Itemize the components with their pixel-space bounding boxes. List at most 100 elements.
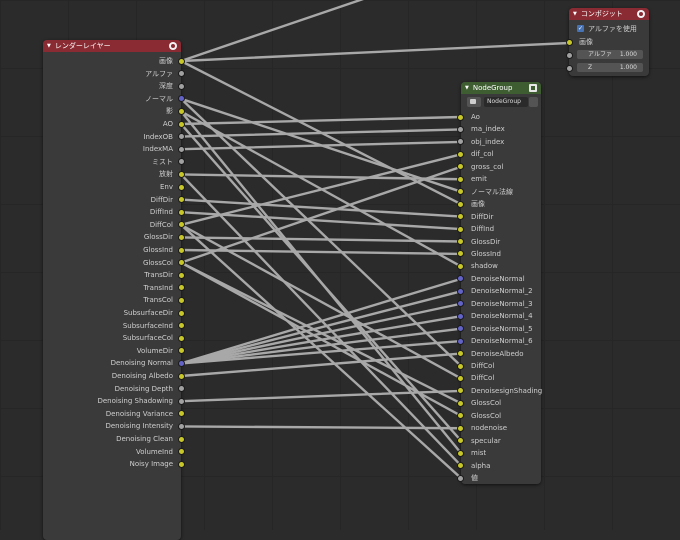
collapse-arrow-icon[interactable]: ▼ <box>573 11 577 17</box>
render-layers-title: レンダーレイヤー <box>54 42 111 50</box>
group-input-socket-10[interactable] <box>457 238 464 245</box>
render-output-socket-25[interactable] <box>178 372 185 380</box>
group-input-socket-17[interactable] <box>457 325 464 333</box>
group-input-socket-12[interactable] <box>457 262 464 270</box>
composite-node-icon <box>637 10 645 18</box>
render-output-label-0: 画像 <box>159 57 173 65</box>
render-output-socket-15[interactable] <box>178 246 185 254</box>
composite-node[interactable]: ▼ コンポジット ✓ アルファを使用 画像 アルファ 1.000 Z 1.000 <box>566 8 649 76</box>
collapse-arrow-icon[interactable]: ▼ <box>47 43 51 49</box>
group-input-socket-15[interactable] <box>457 300 464 308</box>
node-link-7[interactable] <box>179 128 463 138</box>
node-link-31[interactable] <box>179 122 463 442</box>
node-link-2[interactable] <box>179 0 372 63</box>
composite-header[interactable]: ▼ コンポジット <box>569 8 649 20</box>
render-output-socket-27[interactable] <box>178 397 185 405</box>
group-input-socket-18[interactable] <box>457 337 464 345</box>
render-output-label-16: GlossCol <box>142 258 173 267</box>
group-input-socket-6[interactable] <box>457 188 464 196</box>
group-input-socket-8[interactable] <box>457 213 464 221</box>
collapse-arrow-icon[interactable]: ▼ <box>465 85 469 91</box>
group-input-socket-24[interactable] <box>457 412 464 420</box>
alpha-field-label: アルファ <box>588 51 612 58</box>
group-input-socket-29[interactable] <box>457 474 464 482</box>
node-link-8[interactable] <box>179 140 463 151</box>
group-input-label-26: specular <box>471 436 501 445</box>
render-output-socket-32[interactable] <box>178 460 185 468</box>
group-input-socket-2[interactable] <box>457 138 464 146</box>
group-input-socket-25[interactable] <box>457 424 464 432</box>
group-input-socket-3[interactable] <box>457 150 464 158</box>
z-value-field[interactable]: Z 1.000 <box>577 63 643 72</box>
group-input-label-16: DenoiseNormal_4 <box>471 312 533 321</box>
alpha-field-value: 1.000 <box>619 51 637 58</box>
group-input-label-1: ma_index <box>471 125 505 134</box>
group-input-socket-22[interactable] <box>457 387 464 395</box>
render-output-socket-22[interactable] <box>178 334 185 342</box>
group-input-socket-14[interactable] <box>457 287 464 295</box>
render-output-socket-2[interactable] <box>178 82 185 90</box>
group-input-socket-28[interactable] <box>457 462 464 470</box>
group-input-socket-1[interactable] <box>457 125 464 133</box>
node-group-selector[interactable]: NodeGroup <box>467 97 539 107</box>
node-link-1[interactable] <box>179 41 571 63</box>
group-input-label-17: DenoiseNormal_5 <box>471 324 533 333</box>
render-layers-node[interactable]: ▼ レンダーレイヤー 画像 アルファ 深度 ノーマル影 AO IndexOB IndexMA… <box>43 40 185 540</box>
group-input-label-20: DiffCol <box>471 362 495 370</box>
render-layers-header[interactable]: ▼ レンダーレイヤー <box>43 40 181 52</box>
group-input-label-13: DenoiseNormal <box>471 274 525 283</box>
fake-user-shield-icon[interactable] <box>529 97 538 107</box>
group-input-socket-20[interactable] <box>457 362 464 370</box>
group-input-label-29: 値 <box>471 474 478 483</box>
group-input-socket-19[interactable] <box>457 350 464 358</box>
render-layer-node-icon <box>169 42 177 50</box>
node-link-30[interactable] <box>179 97 463 368</box>
node-link-6[interactable] <box>179 115 463 126</box>
node-group-header[interactable]: ▼ NodeGroup <box>461 82 541 94</box>
render-output-label-13: DiffCol <box>149 220 173 229</box>
group-input-label-7: 画像 <box>471 200 485 209</box>
render-output-socket-0[interactable] <box>178 57 185 65</box>
group-input-socket-23[interactable] <box>457 399 464 407</box>
render-output-socket-29[interactable] <box>178 422 185 430</box>
render-output-label-8: ミスト <box>152 157 173 166</box>
node-link-29[interactable] <box>179 425 463 430</box>
composite-image-socket[interactable] <box>566 39 573 46</box>
group-input-socket-7[interactable] <box>457 200 464 208</box>
render-output-socket-14[interactable] <box>178 233 185 241</box>
node-group-name-field[interactable]: NodeGroup <box>484 97 528 107</box>
render-output-socket-19[interactable] <box>178 296 185 304</box>
group-input-socket-0[interactable] <box>457 113 464 121</box>
use-alpha-checkbox[interactable]: ✓ <box>577 25 584 32</box>
render-output-label-23: VolumeDir <box>136 346 173 355</box>
render-output-socket-30[interactable] <box>178 435 185 443</box>
render-output-socket-4[interactable] <box>178 107 185 115</box>
group-input-socket-9[interactable] <box>457 225 464 233</box>
alpha-value-field[interactable]: アルファ 1.000 <box>577 50 643 59</box>
render-output-socket-17[interactable] <box>178 271 185 279</box>
composite-z-socket[interactable] <box>566 65 573 72</box>
group-input-label-25: nodenoise <box>471 424 508 433</box>
render-output-socket-20[interactable] <box>178 309 185 317</box>
group-input-socket-5[interactable] <box>457 175 464 183</box>
render-output-socket-7[interactable] <box>178 145 185 153</box>
render-output-label-2: 深度 <box>159 82 173 91</box>
render-output-socket-5[interactable] <box>178 120 185 128</box>
node-group-node[interactable]: ▼ NodeGroup NodeGroup Ao ma_index obj_inde… <box>457 82 542 484</box>
node-link-17[interactable] <box>179 248 463 256</box>
group-input-socket-21[interactable] <box>457 374 464 382</box>
group-input-socket-27[interactable] <box>457 449 464 457</box>
group-input-socket-26[interactable] <box>457 437 464 445</box>
group-input-socket-13[interactable] <box>457 275 464 283</box>
group-input-socket-11[interactable] <box>457 250 464 258</box>
node-group-browse-icon[interactable] <box>467 97 481 107</box>
node-link-16[interactable] <box>179 236 463 243</box>
group-input-socket-16[interactable] <box>457 312 464 320</box>
render-output-socket-10[interactable] <box>178 183 185 191</box>
composite-alpha-socket[interactable] <box>566 52 573 59</box>
render-output-socket-24[interactable] <box>178 359 185 367</box>
render-output-socket-12[interactable] <box>178 208 185 216</box>
group-input-label-5: emit <box>471 175 487 184</box>
group-input-socket-4[interactable] <box>457 163 464 171</box>
render-output-socket-9[interactable] <box>178 170 185 178</box>
